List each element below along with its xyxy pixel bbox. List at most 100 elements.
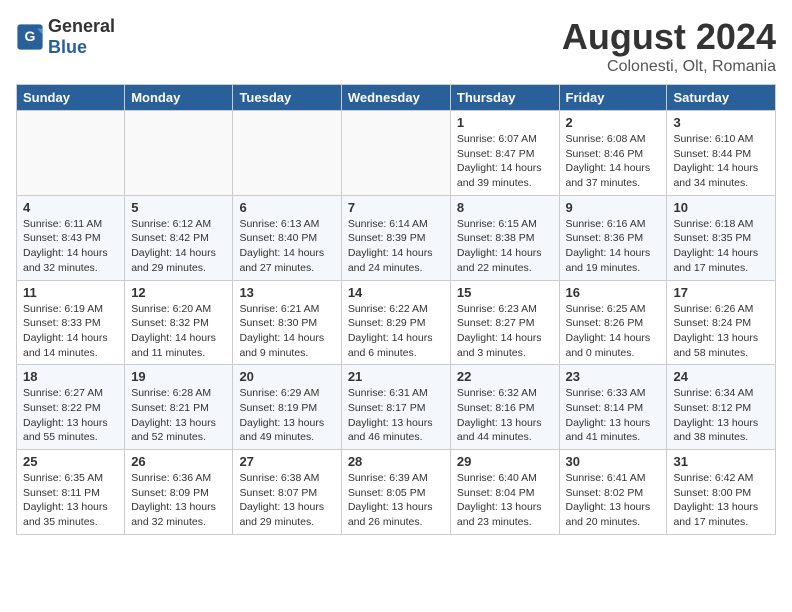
calendar-cell: 11 Sunrise: 6:19 AM Sunset: 8:33 PM Dayli… [17,280,125,365]
day-number: 6 [239,200,334,215]
calendar-cell: 8 Sunrise: 6:15 AM Sunset: 8:38 PM Daylig… [450,195,559,280]
calendar-cell: 20 Sunrise: 6:29 AM Sunset: 8:19 PM Dayli… [233,365,341,450]
calendar-cell: 19Sunrise: 6:28 AM Sunset: 8:21 PM Dayli… [125,365,233,450]
day-number: 11 [23,285,118,300]
weekday-header-saturday: Saturday [667,85,776,111]
location: Colonesti, Olt, Romania [562,58,776,76]
day-number: 26 [131,454,226,469]
calendar-cell: 30Sunrise: 6:41 AM Sunset: 8:02 PM Dayli… [559,450,667,535]
day-number: 5 [131,200,226,215]
calendar-cell: 28 Sunrise: 6:39 AM Sunset: 8:05 PM Dayli… [341,450,450,535]
calendar-cell: 12 Sunrise: 6:20 AM Sunset: 8:32 PM Dayli… [125,280,233,365]
calendar-cell [17,111,125,196]
day-info: Sunrise: 6:28 AM Sunset: 8:21 PM Dayligh… [131,386,226,445]
day-info: Sunrise: 6:26 AM Sunset: 8:24 PM Dayligh… [673,302,769,361]
day-info: Sunrise: 6:32 AM Sunset: 8:16 PM Dayligh… [457,386,553,445]
day-number: 8 [457,200,553,215]
logo-blue: Blue [48,37,87,57]
day-info: Sunrise: 6:16 AM Sunset: 8:36 PM Dayligh… [566,217,661,276]
week-row-5: 25Sunrise: 6:35 AM Sunset: 8:11 PM Dayli… [17,450,776,535]
calendar-cell: 16 Sunrise: 6:25 AM Sunset: 8:26 PM Dayli… [559,280,667,365]
day-info: Sunrise: 6:42 AM Sunset: 8:00 PM Dayligh… [673,471,769,530]
month-year: August 2024 [562,16,776,58]
calendar-cell: 27 Sunrise: 6:38 AM Sunset: 8:07 PM Dayli… [233,450,341,535]
weekday-header-thursday: Thursday [450,85,559,111]
calendar-cell: 29Sunrise: 6:40 AM Sunset: 8:04 PM Dayli… [450,450,559,535]
day-number: 17 [673,285,769,300]
logo-text: General Blue [48,16,115,58]
calendar-cell: 15Sunrise: 6:23 AM Sunset: 8:27 PM Dayli… [450,280,559,365]
day-info: Sunrise: 6:25 AM Sunset: 8:26 PM Dayligh… [566,302,661,361]
weekday-header-row: SundayMondayTuesdayWednesdayThursdayFrid… [17,85,776,111]
day-info: Sunrise: 6:39 AM Sunset: 8:05 PM Dayligh… [348,471,444,530]
logo-icon: G [16,23,44,51]
day-info: Sunrise: 6:15 AM Sunset: 8:38 PM Dayligh… [457,217,553,276]
day-number: 21 [348,369,444,384]
day-info: Sunrise: 6:31 AM Sunset: 8:17 PM Dayligh… [348,386,444,445]
calendar-cell: 18 Sunrise: 6:27 AM Sunset: 8:22 PM Dayli… [17,365,125,450]
day-number: 20 [239,369,334,384]
logo-general: General [48,16,115,36]
calendar-cell: 26 Sunrise: 6:36 AM Sunset: 8:09 PM Dayli… [125,450,233,535]
day-info: Sunrise: 6:29 AM Sunset: 8:19 PM Dayligh… [239,386,334,445]
day-number: 4 [23,200,118,215]
day-number: 27 [239,454,334,469]
day-info: Sunrise: 6:33 AM Sunset: 8:14 PM Dayligh… [566,386,661,445]
svg-text:G: G [25,28,36,44]
calendar-cell: 25Sunrise: 6:35 AM Sunset: 8:11 PM Dayli… [17,450,125,535]
day-number: 22 [457,369,553,384]
day-number: 25 [23,454,118,469]
calendar-cell: 13Sunrise: 6:21 AM Sunset: 8:30 PM Dayli… [233,280,341,365]
day-info: Sunrise: 6:07 AM Sunset: 8:47 PM Dayligh… [457,132,553,191]
week-row-2: 4 Sunrise: 6:11 AM Sunset: 8:43 PM Daylig… [17,195,776,280]
day-number: 28 [348,454,444,469]
day-number: 23 [566,369,661,384]
calendar-cell: 5 Sunrise: 6:12 AM Sunset: 8:42 PM Daylig… [125,195,233,280]
calendar-cell: 10Sunrise: 6:18 AM Sunset: 8:35 PM Dayli… [667,195,776,280]
calendar-cell: 22 Sunrise: 6:32 AM Sunset: 8:16 PM Dayli… [450,365,559,450]
day-info: Sunrise: 6:22 AM Sunset: 8:29 PM Dayligh… [348,302,444,361]
day-number: 16 [566,285,661,300]
week-row-4: 18 Sunrise: 6:27 AM Sunset: 8:22 PM Dayli… [17,365,776,450]
day-info: Sunrise: 6:41 AM Sunset: 8:02 PM Dayligh… [566,471,661,530]
day-number: 18 [23,369,118,384]
day-info: Sunrise: 6:08 AM Sunset: 8:46 PM Dayligh… [566,132,661,191]
title-block: August 2024 Colonesti, Olt, Romania [562,16,776,76]
day-number: 31 [673,454,769,469]
day-info: Sunrise: 6:40 AM Sunset: 8:04 PM Dayligh… [457,471,553,530]
day-number: 3 [673,115,769,130]
day-info: Sunrise: 6:21 AM Sunset: 8:30 PM Dayligh… [239,302,334,361]
day-info: Sunrise: 6:10 AM Sunset: 8:44 PM Dayligh… [673,132,769,191]
day-info: Sunrise: 6:19 AM Sunset: 8:33 PM Dayligh… [23,302,118,361]
day-number: 9 [566,200,661,215]
day-info: Sunrise: 6:12 AM Sunset: 8:42 PM Dayligh… [131,217,226,276]
day-number: 2 [566,115,661,130]
weekday-header-sunday: Sunday [17,85,125,111]
calendar-cell: 24Sunrise: 6:34 AM Sunset: 8:12 PM Dayli… [667,365,776,450]
calendar-table: SundayMondayTuesdayWednesdayThursdayFrid… [16,84,776,535]
day-number: 7 [348,200,444,215]
day-info: Sunrise: 6:11 AM Sunset: 8:43 PM Dayligh… [23,217,118,276]
day-info: Sunrise: 6:14 AM Sunset: 8:39 PM Dayligh… [348,217,444,276]
day-info: Sunrise: 6:27 AM Sunset: 8:22 PM Dayligh… [23,386,118,445]
weekday-header-wednesday: Wednesday [341,85,450,111]
day-number: 12 [131,285,226,300]
week-row-1: 1Sunrise: 6:07 AM Sunset: 8:47 PM Daylig… [17,111,776,196]
calendar-cell: 3 Sunrise: 6:10 AM Sunset: 8:44 PM Daylig… [667,111,776,196]
day-number: 15 [457,285,553,300]
calendar-cell: 23 Sunrise: 6:33 AM Sunset: 8:14 PM Dayli… [559,365,667,450]
day-info: Sunrise: 6:20 AM Sunset: 8:32 PM Dayligh… [131,302,226,361]
calendar-cell: 4 Sunrise: 6:11 AM Sunset: 8:43 PM Daylig… [17,195,125,280]
calendar-cell: 17 Sunrise: 6:26 AM Sunset: 8:24 PM Dayli… [667,280,776,365]
day-info: Sunrise: 6:38 AM Sunset: 8:07 PM Dayligh… [239,471,334,530]
calendar-cell: 31 Sunrise: 6:42 AM Sunset: 8:00 PM Dayli… [667,450,776,535]
day-info: Sunrise: 6:36 AM Sunset: 8:09 PM Dayligh… [131,471,226,530]
calendar-cell: 21 Sunrise: 6:31 AM Sunset: 8:17 PM Dayli… [341,365,450,450]
day-info: Sunrise: 6:18 AM Sunset: 8:35 PM Dayligh… [673,217,769,276]
calendar-cell [233,111,341,196]
calendar-cell [125,111,233,196]
calendar-cell: 1Sunrise: 6:07 AM Sunset: 8:47 PM Daylig… [450,111,559,196]
day-info: Sunrise: 6:13 AM Sunset: 8:40 PM Dayligh… [239,217,334,276]
weekday-header-tuesday: Tuesday [233,85,341,111]
header: G General Blue August 2024 Colonesti, Ol… [16,16,776,76]
